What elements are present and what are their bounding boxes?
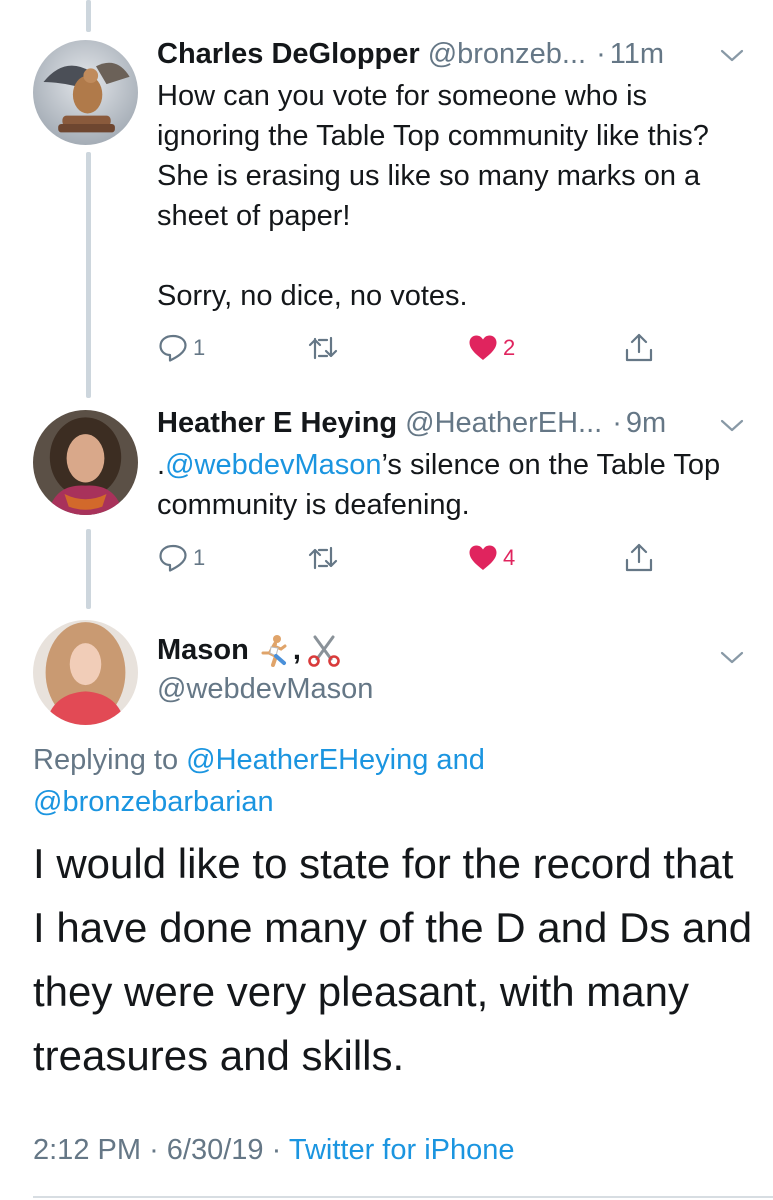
tweet1-header: Charles DeGlopper @bronzeb... · 11m [157,34,743,74]
main-author-name-row[interactable]: Mason , [157,633,341,667]
tweet2-author-handle[interactable]: @HeatherEH... [405,407,602,440]
tweet1-separator: · [596,37,606,70]
tweet2-text-prefix: . [157,449,166,481]
divider [33,1196,773,1198]
heart-icon [469,335,497,360]
replying-to-label: Replying to [33,744,179,776]
chevron-down-icon[interactable] [720,650,744,666]
tweet2-author-name[interactable]: Heather E Heying [157,407,397,440]
tweet1-like-count: 2 [503,335,516,360]
main-tweet-time: 2:12 PM [33,1134,141,1166]
tweet2-actions: 1 4 [157,540,667,576]
avatar-image [33,620,138,725]
main-tweet-meta: 2:12 PM · 6/30/19 · Twitter for iPhone [33,1134,515,1167]
main-tweet-date: 6/30/19 [166,1134,264,1166]
thread-line-2 [86,529,91,609]
tweet1-like-button[interactable]: 2 [467,330,515,366]
tweet1-timestamp[interactable]: 11m [610,38,664,71]
thread-line-1 [86,152,91,398]
reply-mention-heather[interactable]: @HeatherEHeying and [186,744,485,776]
avatar-mason[interactable] [33,620,138,725]
chevron-down-icon[interactable] [720,418,744,434]
reply-icon [159,334,187,362]
tweet2-separator: · [612,406,622,439]
share-icon [625,543,653,572]
scissors-emoji-icon [308,635,340,667]
tweet2-share-button[interactable] [623,540,655,576]
tweet2-header: Heather E Heying @HeatherEH... · 9m [157,403,743,443]
main-tweet-source-link[interactable]: Twitter for iPhone [289,1134,515,1166]
tweet2-like-button[interactable]: 4 [467,540,515,576]
tweet2-text: .@webdevMason’s silence on the Table Top… [157,445,745,525]
avatar-image [33,40,138,145]
tweet1-reply-count: 1 [193,335,206,360]
running-person-emoji-icon [261,635,287,667]
tweet1-reply-button[interactable]: 1 [157,330,205,366]
tweet2-reply-count: 1 [193,545,206,570]
thread-line-top [86,0,91,32]
avatar-charles[interactable] [33,40,138,145]
retweet-icon [308,546,338,570]
meta-separator: · [271,1134,282,1166]
share-icon [625,333,653,362]
avatar-image [33,410,138,515]
heart-icon [469,545,497,570]
tweet2-timestamp[interactable]: 9m [626,407,666,440]
tweet1-author-name[interactable]: Charles DeGlopper [157,38,420,71]
reply-icon [159,544,187,572]
tweet1-actions: 1 2 [157,330,667,366]
chevron-down-icon[interactable] [720,48,744,64]
main-tweet-text: I would like to state for the record tha… [33,840,753,1079]
tweet1-share-button[interactable] [623,330,655,366]
retweet-icon [308,336,338,360]
tweet1-retweet-button[interactable] [307,330,343,366]
replying-to: Replying to @HeatherEHeying and @bronzeba… [33,739,553,823]
main-author-name: Mason [157,633,249,666]
avatar-heather[interactable] [33,410,138,515]
main-author-handle[interactable]: @webdevMason [157,673,373,706]
tweet1-author-handle[interactable]: @bronzeb... [428,38,586,71]
tweet2-mention-link[interactable]: @webdevMason [165,449,381,481]
main-name-separator: , [292,633,301,666]
tweet1-text: How can you vote for someone who is igno… [157,80,709,312]
reply-mention-bronzebarbarian[interactable]: @bronzebarbarian [33,786,274,818]
meta-separator: · [149,1134,159,1166]
tweet2-retweet-button[interactable] [307,540,343,576]
tweet2-like-count: 4 [503,545,516,570]
tweet2-reply-button[interactable]: 1 [157,540,205,576]
